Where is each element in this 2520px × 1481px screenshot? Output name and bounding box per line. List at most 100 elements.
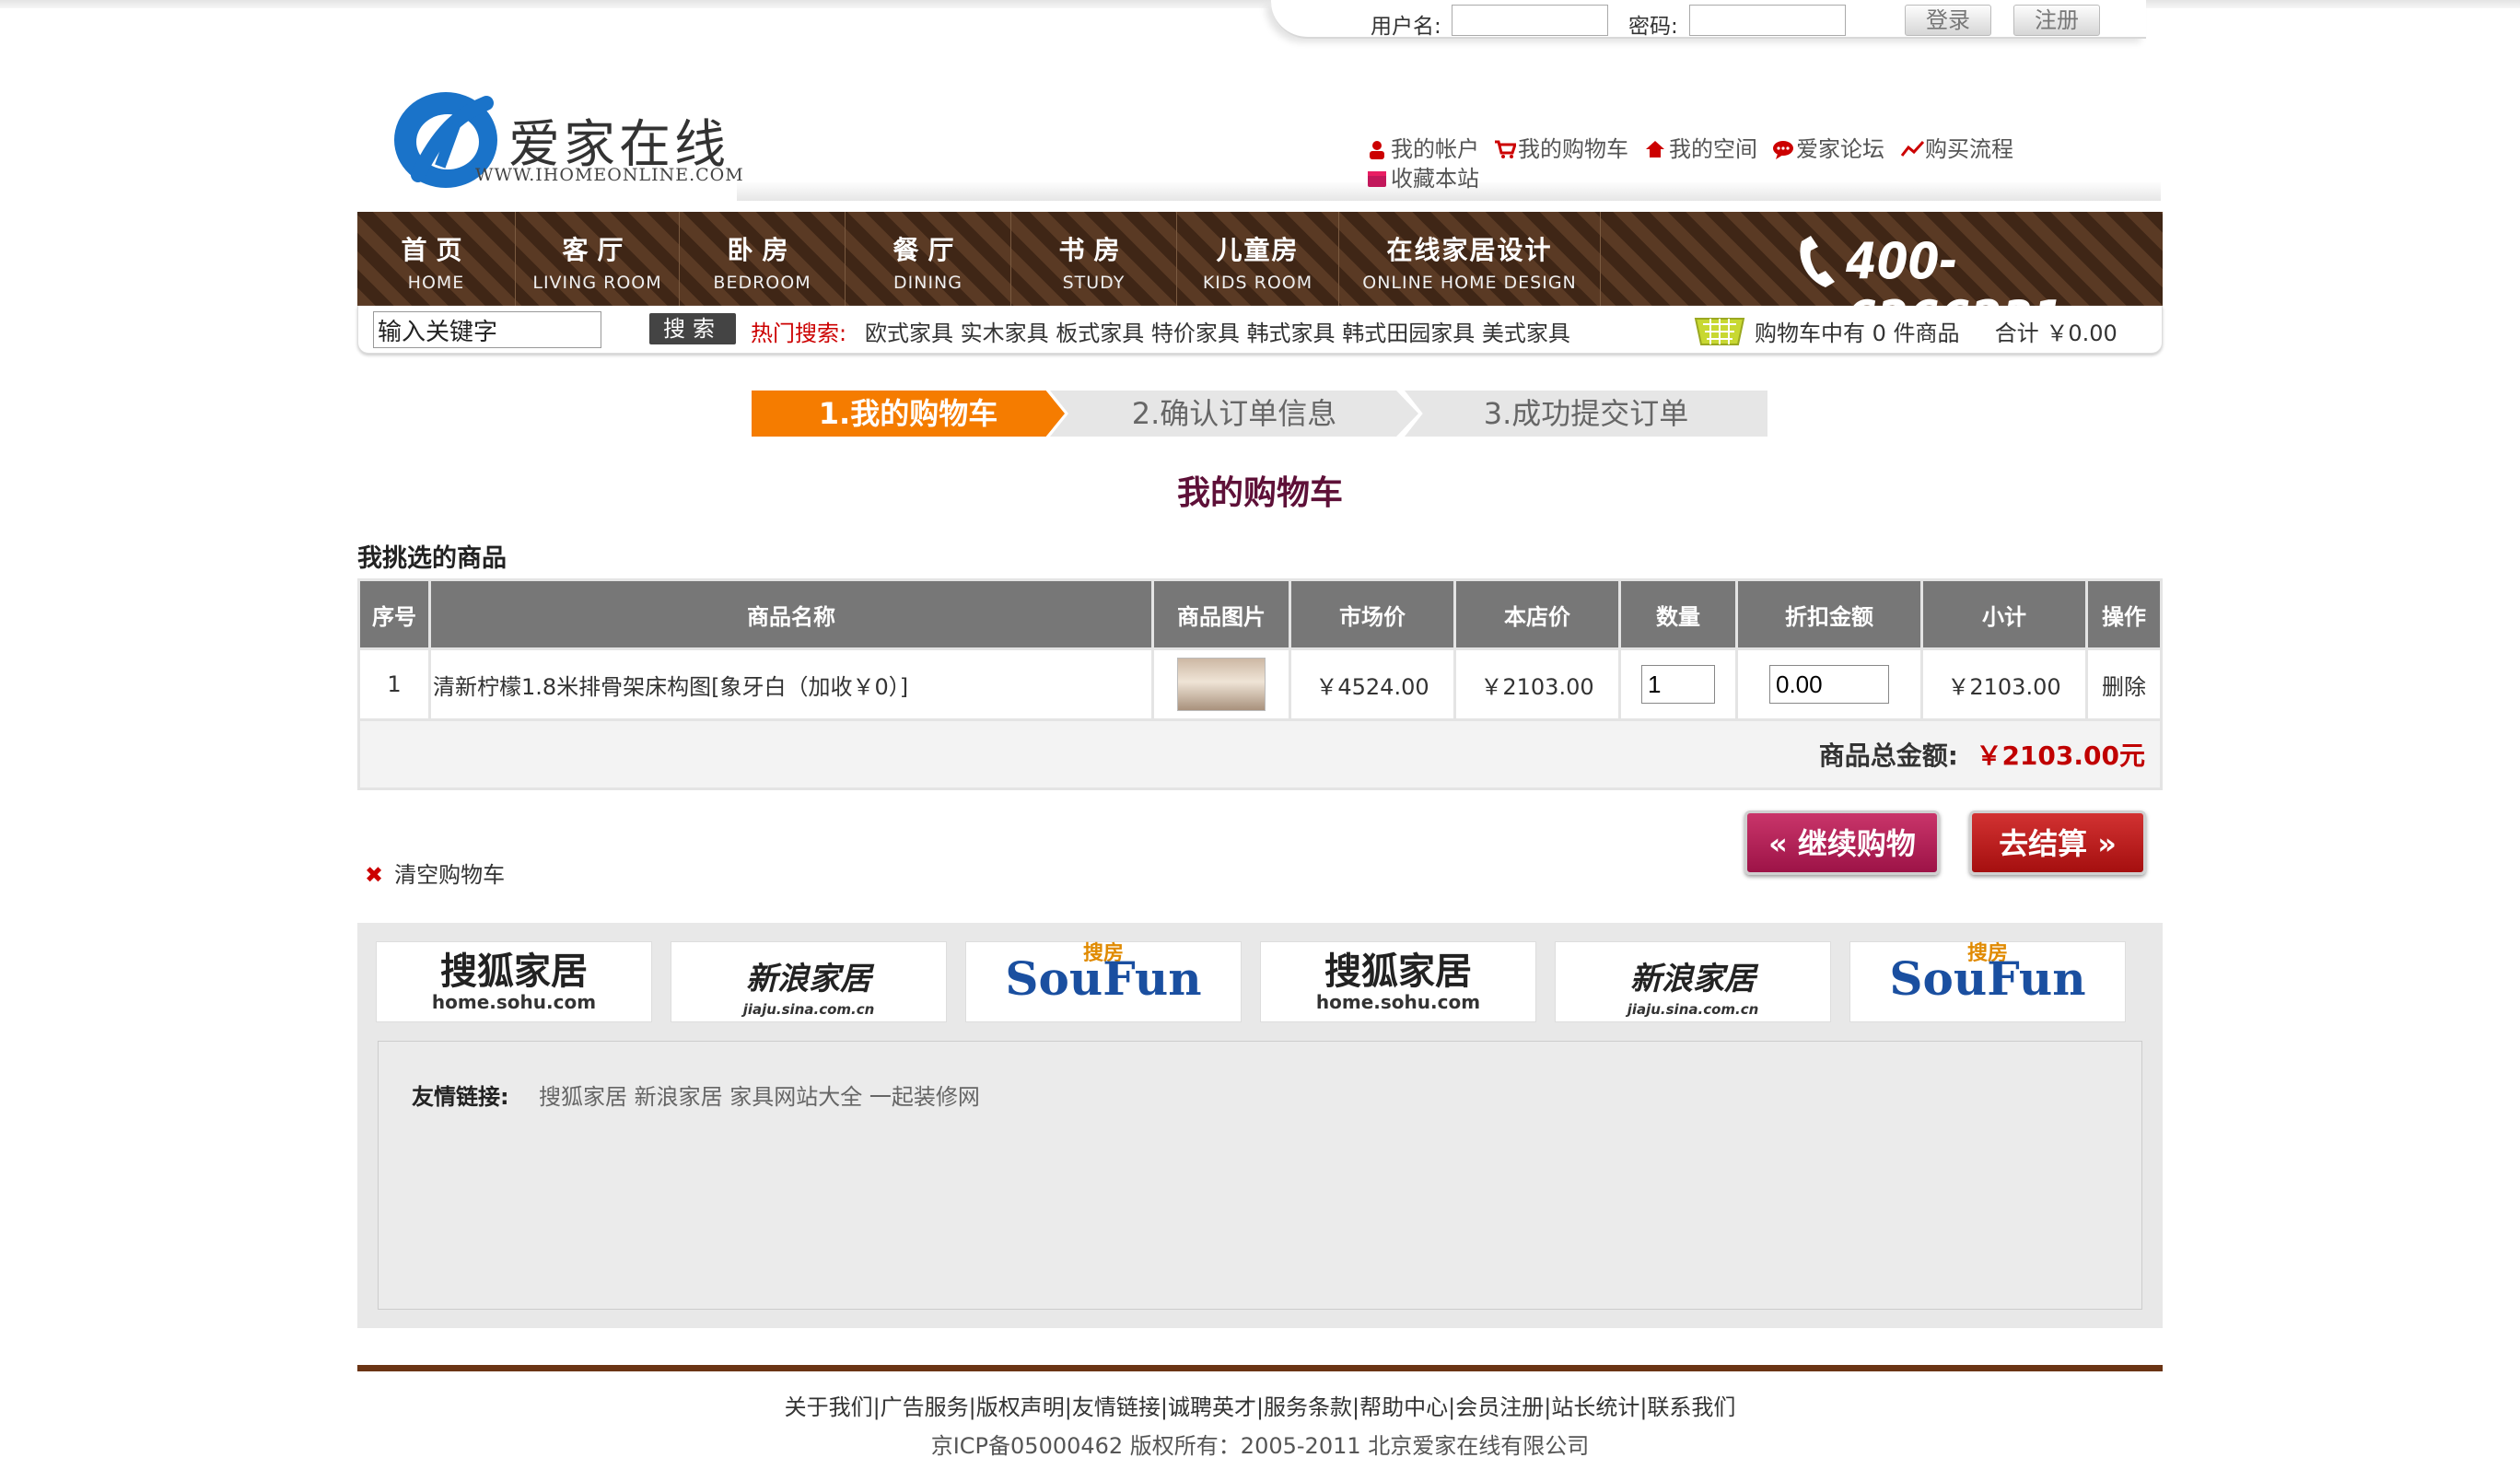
clear-cart-link[interactable]: ✖ 清空购物车: [365, 857, 505, 889]
delete-link[interactable]: 删除: [2088, 650, 2160, 718]
footer-link[interactable]: 关于我们: [785, 1394, 873, 1420]
footer-link[interactable]: 诚聘英才: [1168, 1394, 1256, 1420]
nav-item-dining[interactable]: 餐厅 DINING: [846, 212, 1011, 306]
nav-item-en: DINING: [893, 273, 962, 293]
nav-item-cn: 餐厅: [892, 235, 963, 265]
partner-logo-sohu[interactable]: 搜狐家居 home.sohu.com: [1260, 941, 1536, 1022]
footer-link[interactable]: 广告服务: [881, 1394, 969, 1420]
friend-link[interactable]: 新浪家居: [635, 1084, 723, 1110]
top-link-space[interactable]: 我的空间: [1645, 131, 1757, 163]
nav-item-cn: 在线家居设计: [1386, 235, 1553, 265]
footer-link[interactable]: 友情链接: [1072, 1394, 1161, 1420]
partner-name: SouFun: [1005, 951, 1202, 1006]
cart-total-row: 商品总金额: ￥2103.00元: [360, 721, 2160, 787]
shop-price: ￥2103.00: [1456, 650, 1618, 718]
partner-logo-sina[interactable]: 新浪家居 jiaju.sina.com.cn: [1555, 941, 1831, 1022]
keyword-input[interactable]: [373, 311, 601, 348]
step-confirm: 2.确认订单信息: [1050, 391, 1418, 437]
partner-sub: home.sohu.com: [1315, 991, 1481, 1013]
nav-item-en: ONLINE HOME DESIGN: [1362, 273, 1577, 293]
nav-item-cn: 首页: [401, 235, 472, 265]
product-name-link[interactable]: 清新柠檬1.8米排骨架床构图[象牙白（加收￥0）]: [431, 650, 1151, 718]
nav-item-study[interactable]: 书房 STUDY: [1011, 212, 1177, 306]
hot-term[interactable]: 美式家具: [1482, 321, 1570, 346]
nav-item-en: STUDY: [1062, 273, 1126, 293]
friend-link[interactable]: 家具网站大全: [729, 1084, 862, 1110]
nav-item-kids-room[interactable]: 儿童房 KIDS ROOM: [1177, 212, 1339, 306]
partner-logo-sohu[interactable]: 搜狐家居 home.sohu.com: [376, 941, 652, 1022]
top-link-account[interactable]: 我的帐户: [1367, 131, 1479, 163]
top-link-label: 我的空间: [1669, 136, 1757, 162]
total-amount: ￥2103.00元: [1976, 740, 2145, 771]
login-bar: 用户名: 密码: 登录 注册: [1271, 0, 2146, 39]
quantity-cell: [1621, 650, 1735, 718]
partner-logo-soufun[interactable]: 搜房 SouFun: [1849, 941, 2126, 1022]
top-link-forum[interactable]: 爱家论坛: [1772, 131, 1884, 163]
hot-search-label: 热门搜索:: [751, 321, 847, 346]
col-name: 商品名称: [431, 581, 1151, 647]
footer-link[interactable]: 联系我们: [1647, 1394, 1735, 1420]
partner-sub: home.sohu.com: [431, 991, 597, 1013]
search-button[interactable]: 搜索: [649, 313, 736, 344]
checkout-label: 去结算: [1999, 826, 2088, 861]
password-input[interactable]: [1689, 5, 1846, 36]
quantity-input[interactable]: [1641, 665, 1715, 704]
friend-link[interactable]: 一起装修网: [869, 1084, 980, 1110]
footer-link[interactable]: 服务条款: [1264, 1394, 1352, 1420]
nav-item-cn: 儿童房: [1216, 235, 1300, 265]
nav-item-home[interactable]: 首页 HOME: [357, 212, 516, 306]
search-bar: 搜索 热门搜索: 欧式家具 实木家具 板式家具 特价家具 韩式家具 韩式田园家具…: [357, 306, 2163, 354]
col-discount: 折扣金额: [1738, 581, 1920, 647]
product-image-cell: [1154, 650, 1289, 718]
login-button[interactable]: 登录: [1905, 5, 1991, 36]
basket-icon: [1694, 318, 1745, 345]
row-index: 1: [360, 650, 428, 718]
hot-term[interactable]: 韩式家具: [1247, 321, 1336, 346]
footer-link[interactable]: 帮助中心: [1359, 1394, 1448, 1420]
col-action: 操作: [2088, 581, 2160, 647]
partner-logo-sina[interactable]: 新浪家居 jiaju.sina.com.cn: [671, 941, 947, 1022]
discount-input[interactable]: [1769, 665, 1889, 704]
top-link-label: 收藏本站: [1391, 166, 1479, 192]
main-nav: 首页 HOME 客厅 LIVING ROOM 卧房 BEDROOM 餐厅 DINING …: [357, 212, 2163, 348]
partner-name: 新浪家居: [1630, 961, 1756, 997]
nav-item-living-room[interactable]: 客厅 LIVING ROOM: [516, 212, 680, 306]
checkout-button[interactable]: 去结算 »: [1969, 810, 2146, 875]
hot-term[interactable]: 实木家具: [961, 321, 1049, 346]
top-link-cart[interactable]: 我的购物车: [1494, 131, 1628, 163]
friend-links-box: 友情链接: 搜狐家居 新浪家居 家具网站大全 一起装修网: [378, 1041, 2142, 1310]
top-link-bookmark[interactable]: 收藏本站: [1367, 160, 1479, 192]
total-label: 商品总金额:: [1818, 740, 1958, 771]
trend-icon: [1900, 139, 1925, 159]
subtotal: ￥2103.00: [1923, 650, 2085, 718]
register-button[interactable]: 注册: [2013, 5, 2100, 36]
top-link-label: 我的购物车: [1518, 136, 1628, 162]
hot-term[interactable]: 特价家具: [1151, 321, 1240, 346]
col-market-price: 市场价: [1291, 581, 1453, 647]
hot-term[interactable]: 板式家具: [1056, 321, 1144, 346]
chat-icon: [1772, 139, 1793, 159]
hot-search-terms: 欧式家具 实木家具 板式家具 特价家具 韩式家具 韩式田园家具 美式家具: [865, 315, 1570, 347]
nav-item-bedroom[interactable]: 卧房 BEDROOM: [680, 212, 846, 306]
partners-section: 搜狐家居 home.sohu.com 新浪家居 jiaju.sina.com.cn …: [357, 923, 2163, 1328]
username-input[interactable]: [1452, 5, 1608, 36]
col-shop-price: 本店价: [1456, 581, 1618, 647]
footer-link[interactable]: 站长统计: [1551, 1394, 1639, 1420]
password-label: 密码:: [1628, 15, 1678, 39]
continue-shopping-button[interactable]: « 继续购物: [1744, 810, 1940, 875]
top-link-process[interactable]: 购买流程: [1900, 131, 2013, 163]
double-left-icon: «: [1768, 826, 1788, 861]
friend-link[interactable]: 搜狐家居: [539, 1084, 627, 1110]
hot-term[interactable]: 韩式田园家具: [1342, 321, 1475, 346]
double-right-icon: »: [2097, 826, 2117, 861]
product-thumbnail[interactable]: [1177, 658, 1266, 711]
bookmark-icon: [1367, 169, 1387, 189]
hot-term[interactable]: 欧式家具: [865, 321, 953, 346]
nav-item-online-design[interactable]: 在线家居设计 ONLINE HOME DESIGN: [1339, 212, 1601, 306]
footer-link[interactable]: 版权声明: [976, 1394, 1065, 1420]
partner-logo-soufun[interactable]: 搜房 SouFun: [965, 941, 1242, 1022]
continue-shopping-label: 继续购物: [1797, 826, 1916, 861]
footer-link[interactable]: 会员注册: [1455, 1394, 1544, 1420]
top-link-label: 我的帐户: [1391, 136, 1479, 162]
partner-name: 新浪家居: [746, 961, 871, 997]
